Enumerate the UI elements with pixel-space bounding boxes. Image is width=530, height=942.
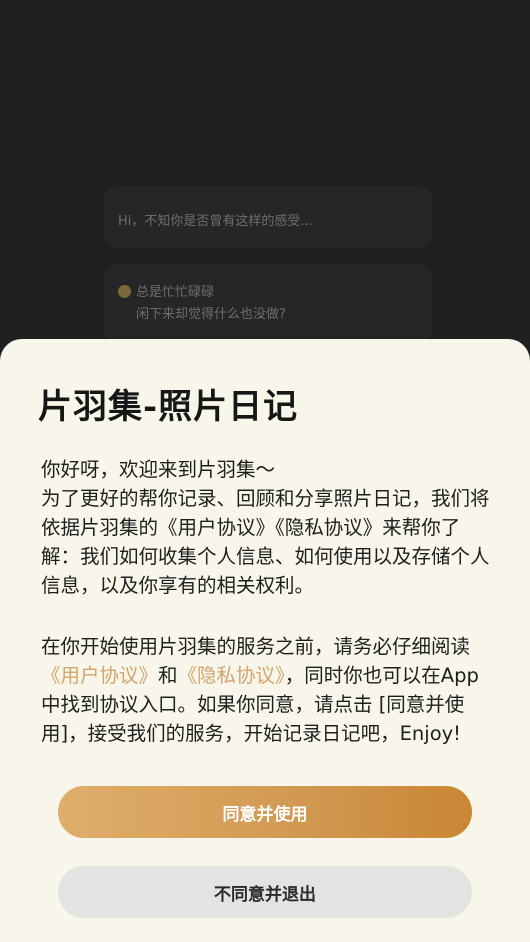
user-agreement-link[interactable]: 《用户协议》 <box>41 664 158 687</box>
notice-text: 在你开始使用片羽集的服务之前，请务必仔细阅读 <box>41 635 471 658</box>
agree-and-use-button[interactable]: 同意并使用 <box>58 786 472 838</box>
intro-paragraph: 你好呀，欢迎来到片羽集～ 为了更好的帮你记录、回顾和分享照片日记，我们将依据片羽… <box>41 455 493 600</box>
notice-text: 和 <box>158 664 178 687</box>
chat-bubble: Hi，不知你是否曾有这样的感受... <box>104 186 432 248</box>
decline-and-exit-button[interactable]: 不同意并退出 <box>58 866 472 918</box>
notice-paragraph: 在你开始使用片羽集的服务之前，请务必仔细阅读《用户协议》和《隐私协议》，同时你也… <box>41 632 493 748</box>
privacy-consent-dialog: 片羽集-照片日记 你好呀，欢迎来到片羽集～ 为了更好的帮你记录、回顾和分享照片日… <box>0 339 530 942</box>
chat-bubble: 总是忙忙碌碌 闲下来却觉得什么也没做? <box>104 264 432 342</box>
dialog-title: 片羽集-照片日记 <box>38 387 299 427</box>
chat-message-text: 总是忙忙碌碌 <box>136 285 215 300</box>
chat-message-text: 闲下来却觉得什么也没做? <box>136 307 286 322</box>
emoji-icon <box>118 285 131 298</box>
chat-message-text: Hi，不知你是否曾有这样的感受... <box>118 214 313 229</box>
greeting-line: 你好呀，欢迎来到片羽集～ <box>41 458 276 481</box>
privacy-agreement-link[interactable]: 《隐私协议》 <box>178 664 285 687</box>
intro-text: 为了更好的帮你记录、回顾和分享照片日记，我们将依据片羽集的《用户协议》《隐私协议… <box>41 487 490 597</box>
